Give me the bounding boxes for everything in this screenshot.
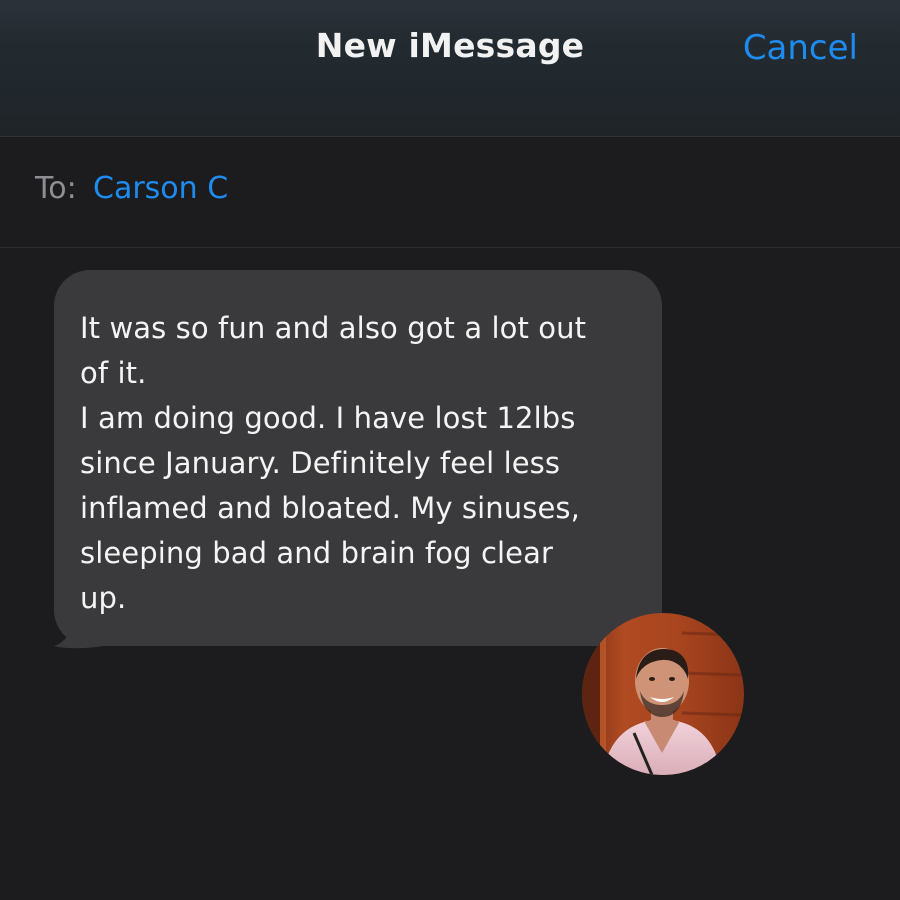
message-bubble[interactable]: It was so fun and also got a lot out of … [54,270,662,649]
avatar[interactable] [582,613,744,775]
recipient-field[interactable]: To: Carson C [0,137,900,248]
navigation-bar: New iMessage Cancel [0,0,900,137]
cancel-button[interactable]: Cancel [743,28,858,68]
message-text: It was so fun and also got a lot out of … [80,311,587,615]
person-photo-icon [582,613,744,775]
recipient-name[interactable]: Carson C [93,171,228,206]
to-label: To: [35,171,77,206]
imessage-screen: New iMessage Cancel To: Carson C It was … [0,0,900,900]
